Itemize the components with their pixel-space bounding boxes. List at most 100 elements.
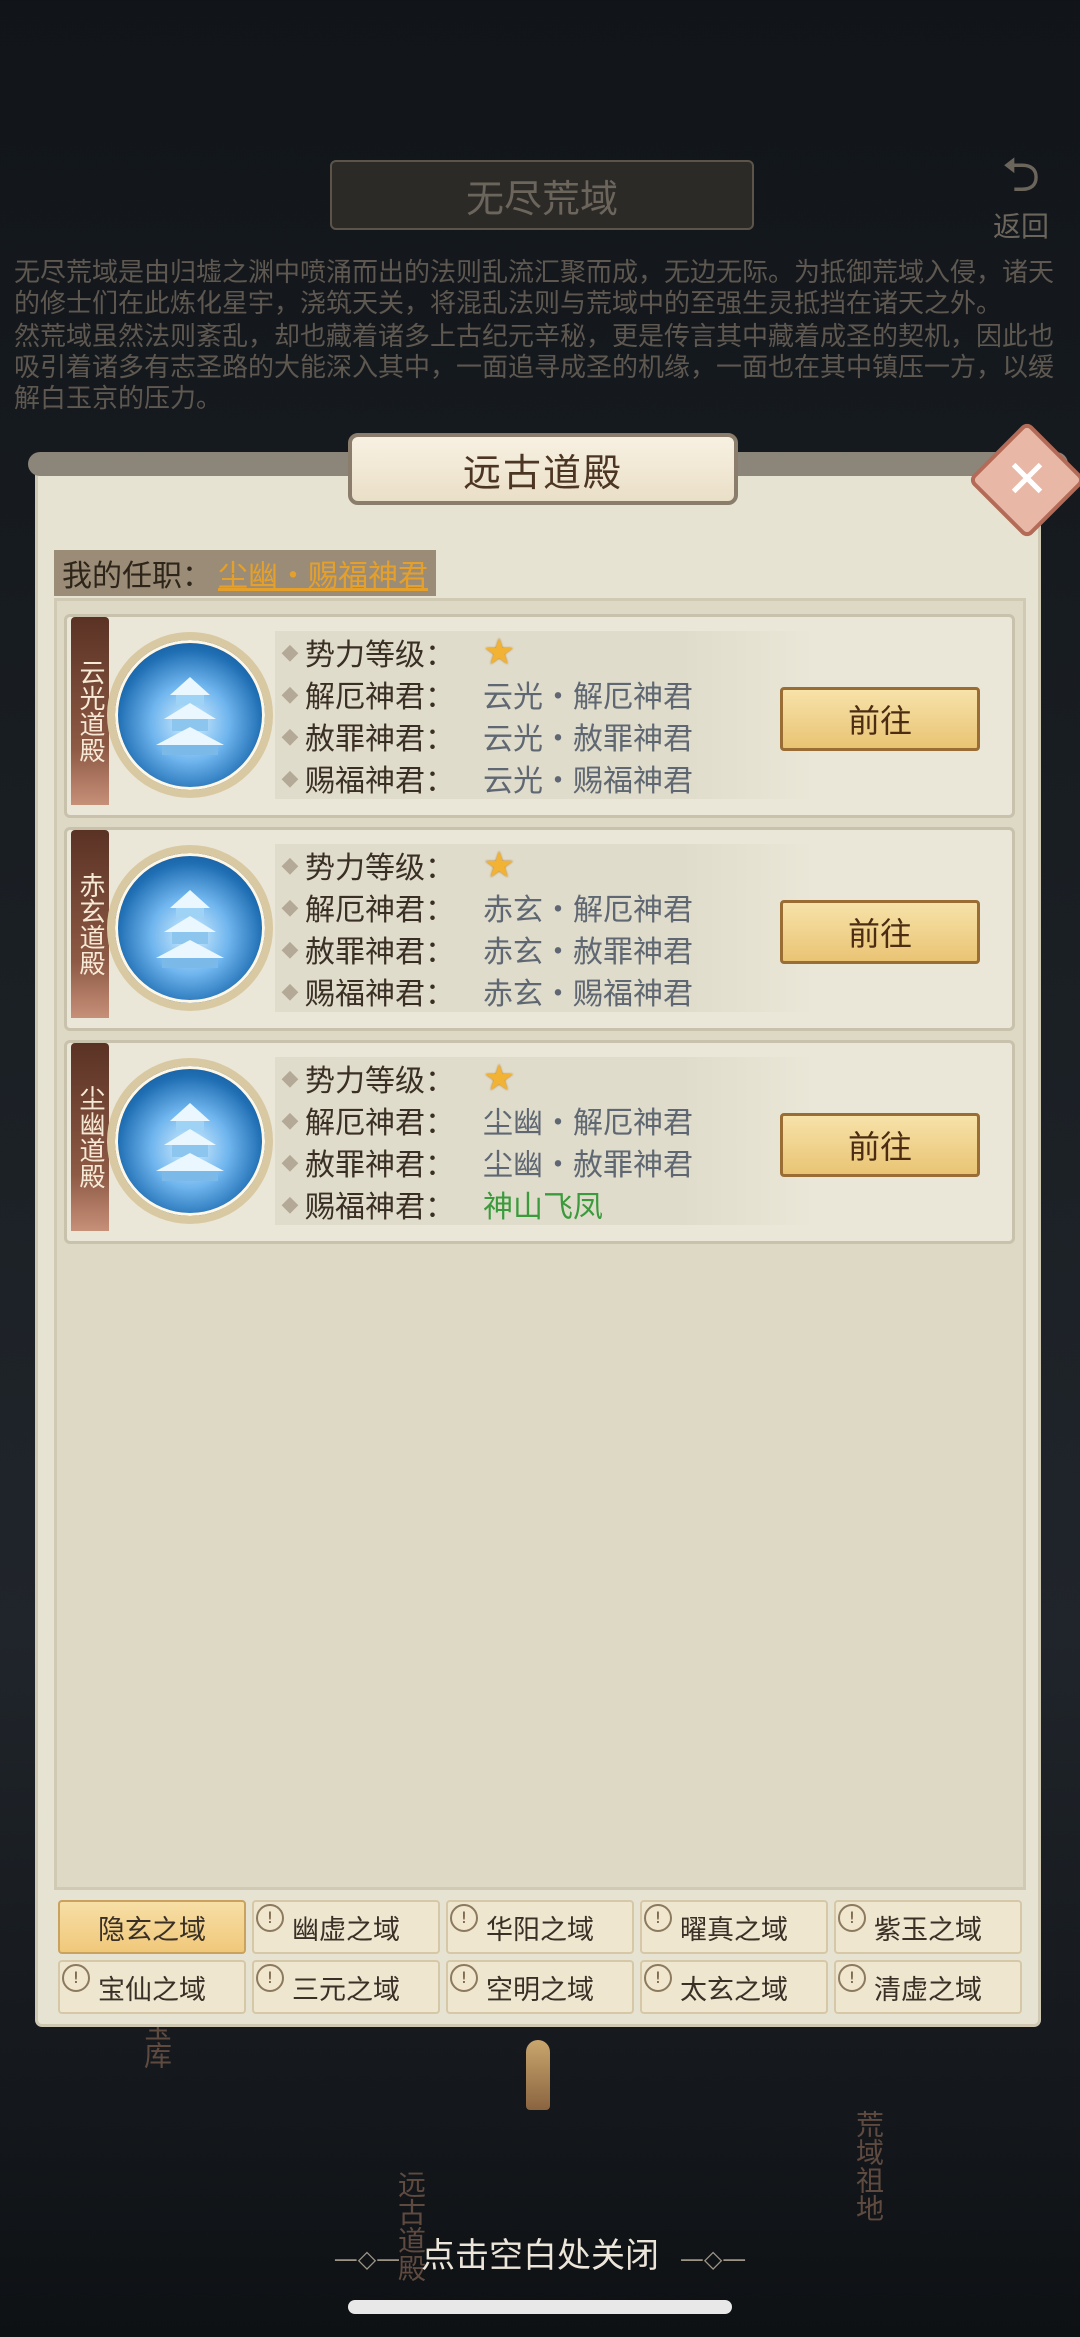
row-label: 赐福神君： [305, 1190, 455, 1225]
goto-button[interactable]: 前往 [780, 687, 980, 751]
description-paragraph: 然荒域虽然法则紊乱，却也藏着诸多上古纪元辛秘，更是传言其中藏着成圣的契机，因此也… [14, 322, 1055, 414]
row-value: 尘幽・赦罪神君 [483, 1148, 693, 1183]
close-hint-text: 点击空白处关闭 [421, 2236, 659, 2276]
back-button[interactable]: ⮌ 返回 [976, 145, 1066, 245]
description-paragraph: 无尽荒域是由归墟之渊中喷涌而出的法则乱流汇聚而成，无边无际。为抵御荒域入侵，诸天… [14, 258, 1055, 319]
info-row: ◆ 解厄神君： 赤玄・解厄神君 [275, 886, 815, 928]
tab-label: 宝仙之域 [98, 1974, 206, 2006]
tab-label: 紫玉之域 [874, 1914, 982, 1946]
row-label: 赦罪神君： [305, 1148, 455, 1183]
palace-card: 尘幽道殿 ◆ 势力等级： ★ ◆ 解厄神君： 尘幽・解厄神君 ◆ 赦罪神君： 尘… [64, 1040, 1015, 1244]
info-row: ◆ 解厄神君： 尘幽・解厄神君 [275, 1099, 815, 1141]
lock-icon: ! [62, 1964, 90, 1992]
tab-label: 清虚之域 [874, 1974, 982, 2006]
diamond-icon: ◆ [281, 639, 299, 665]
palace-info: ◆ 势力等级： ★ ◆ 解厄神君： 赤玄・解厄神君 ◆ 赦罪神君： 赤玄・赦罪神… [275, 844, 815, 1012]
lock-icon: ! [838, 1964, 866, 1992]
palace-name: 赤玄道殿 [71, 830, 109, 1018]
tab-label: 隐玄之域 [98, 1914, 206, 1946]
lock-icon: ! [644, 1964, 672, 1992]
palace-info: ◆ 势力等级： ★ ◆ 解厄神君： 尘幽・解厄神君 ◆ 赦罪神君： 尘幽・赦罪神… [275, 1057, 815, 1225]
palace-card: 赤玄道殿 ◆ 势力等级： ★ ◆ 解厄神君： 赤玄・解厄神君 ◆ 赦罪神君： 赤… [64, 827, 1015, 1031]
row-label: 势力等级： [305, 851, 455, 886]
info-row: ◆ 赐福神君： 赤玄・赐福神君 [275, 970, 815, 1012]
row-value: 尘幽・解厄神君 [483, 1106, 693, 1141]
back-label: 返回 [992, 210, 1049, 243]
diamond-icon: ◆ [281, 978, 299, 1004]
row-value: 云光・赦罪神君 [483, 722, 693, 757]
pagoda-icon [156, 1103, 224, 1181]
tab-domain[interactable]: ! 清虚之域 [834, 1960, 1022, 2014]
tab-label: 幽虚之域 [292, 1914, 400, 1946]
star-icon: ★ [483, 631, 516, 673]
palace-card: 云光道殿 ◆ 势力等级： ★ ◆ 解厄神君： 云光・解厄神君 ◆ 赦罪神君： 云… [64, 614, 1015, 818]
lock-icon: ! [256, 1964, 284, 1992]
my-post-label: 我的任职： [62, 559, 212, 594]
tab-domain[interactable]: ! 三元之域 [252, 1960, 440, 2014]
palace-name: 尘幽道殿 [71, 1043, 109, 1231]
tab-domain[interactable]: ! 华阳之域 [446, 1900, 634, 1954]
row-label: 势力等级： [305, 1064, 455, 1099]
diamond-icon: ◆ [281, 1149, 299, 1175]
row-label: 解厄神君： [305, 1106, 455, 1141]
row-label: 势力等级： [305, 638, 455, 673]
tab-domain[interactable]: ! 曜真之域 [640, 1900, 828, 1954]
lock-icon: ! [450, 1904, 478, 1932]
pagoda-icon [156, 677, 224, 755]
row-label: 赦罪神君： [305, 722, 455, 757]
lock-icon: ! [450, 1964, 478, 1992]
tab-domain[interactable]: ! 空明之域 [446, 1960, 634, 2014]
tab-domain[interactable]: 隐玄之域 [58, 1900, 246, 1954]
ornament-left-icon: —◇— [333, 2245, 401, 2273]
palace-name: 云光道殿 [71, 617, 109, 805]
goto-button[interactable]: 前往 [780, 900, 980, 964]
palace-info: ◆ 势力等级： ★ ◆ 解厄神君： 云光・解厄神君 ◆ 赦罪神君： 云光・赦罪神… [275, 631, 815, 799]
tab-domain[interactable]: ! 宝仙之域 [58, 1960, 246, 2014]
palace-emblem [107, 1058, 273, 1224]
tab-label: 空明之域 [486, 1974, 594, 2006]
home-indicator[interactable] [348, 2300, 732, 2314]
bell-pendant-icon [526, 2040, 550, 2110]
tab-label: 太玄之域 [680, 1974, 788, 2006]
info-row: ◆ 解厄神君： 云光・解厄神君 [275, 673, 815, 715]
lock-icon: ! [644, 1904, 672, 1932]
tab-label: 华阳之域 [486, 1914, 594, 1946]
palace-emblem [107, 845, 273, 1011]
panel-title: 远古道殿 [348, 433, 738, 505]
back-icon: ⮌ [1001, 147, 1041, 203]
side-label-ancestral-land: 荒域祖地 [852, 2110, 885, 2222]
row-label: 赐福神君： [305, 764, 455, 799]
tab-label: 曜真之域 [680, 1914, 788, 1946]
row-value: 赤玄・赦罪神君 [483, 935, 693, 970]
info-row: ◆ 赐福神君： 云光・赐福神君 [275, 757, 815, 799]
row-label: 赐福神君： [305, 977, 455, 1012]
row-value: 赤玄・赐福神君 [483, 977, 693, 1012]
diamond-icon: ◆ [281, 765, 299, 791]
lock-icon: ! [256, 1904, 284, 1932]
diamond-icon: ◆ [281, 681, 299, 707]
goto-button[interactable]: 前往 [780, 1113, 980, 1177]
row-label: 解厄神君： [305, 893, 455, 928]
diamond-icon: ◆ [281, 1191, 299, 1217]
row-value: 神山飞凤 [483, 1190, 603, 1225]
background-title: 无尽荒域 [330, 160, 754, 230]
tab-domain[interactable]: ! 太玄之域 [640, 1960, 828, 2014]
diamond-icon: ◆ [281, 723, 299, 749]
diamond-icon: ◆ [281, 894, 299, 920]
tab-domain[interactable]: ! 幽虚之域 [252, 1900, 440, 1954]
diamond-icon: ◆ [281, 1065, 299, 1091]
tab-domain[interactable]: ! 紫玉之域 [834, 1900, 1022, 1954]
pagoda-icon [156, 890, 224, 968]
info-row-level: ◆ 势力等级： ★ [275, 1057, 815, 1099]
my-post-value[interactable]: 尘幽・赐福神君 [218, 551, 428, 595]
info-row: ◆ 赦罪神君： 赤玄・赦罪神君 [275, 928, 815, 970]
background-description: 无尽荒域是由归墟之渊中喷涌而出的法则乱流汇聚而成，无边无际。为抵御荒域入侵，诸天… [14, 258, 1074, 417]
info-row: ◆ 赦罪神君： 尘幽・赦罪神君 [275, 1141, 815, 1183]
lock-icon: ! [838, 1904, 866, 1932]
row-label: 赦罪神君： [305, 935, 455, 970]
close-hint[interactable]: —◇— 点击空白处关闭 —◇— [0, 2228, 1080, 2277]
star-icon: ★ [483, 844, 516, 886]
palace-emblem [107, 632, 273, 798]
my-post: 我的任职： 尘幽・赐福神君 [54, 550, 436, 596]
info-row: ◆ 赐福神君： 神山飞凤 [275, 1183, 815, 1225]
